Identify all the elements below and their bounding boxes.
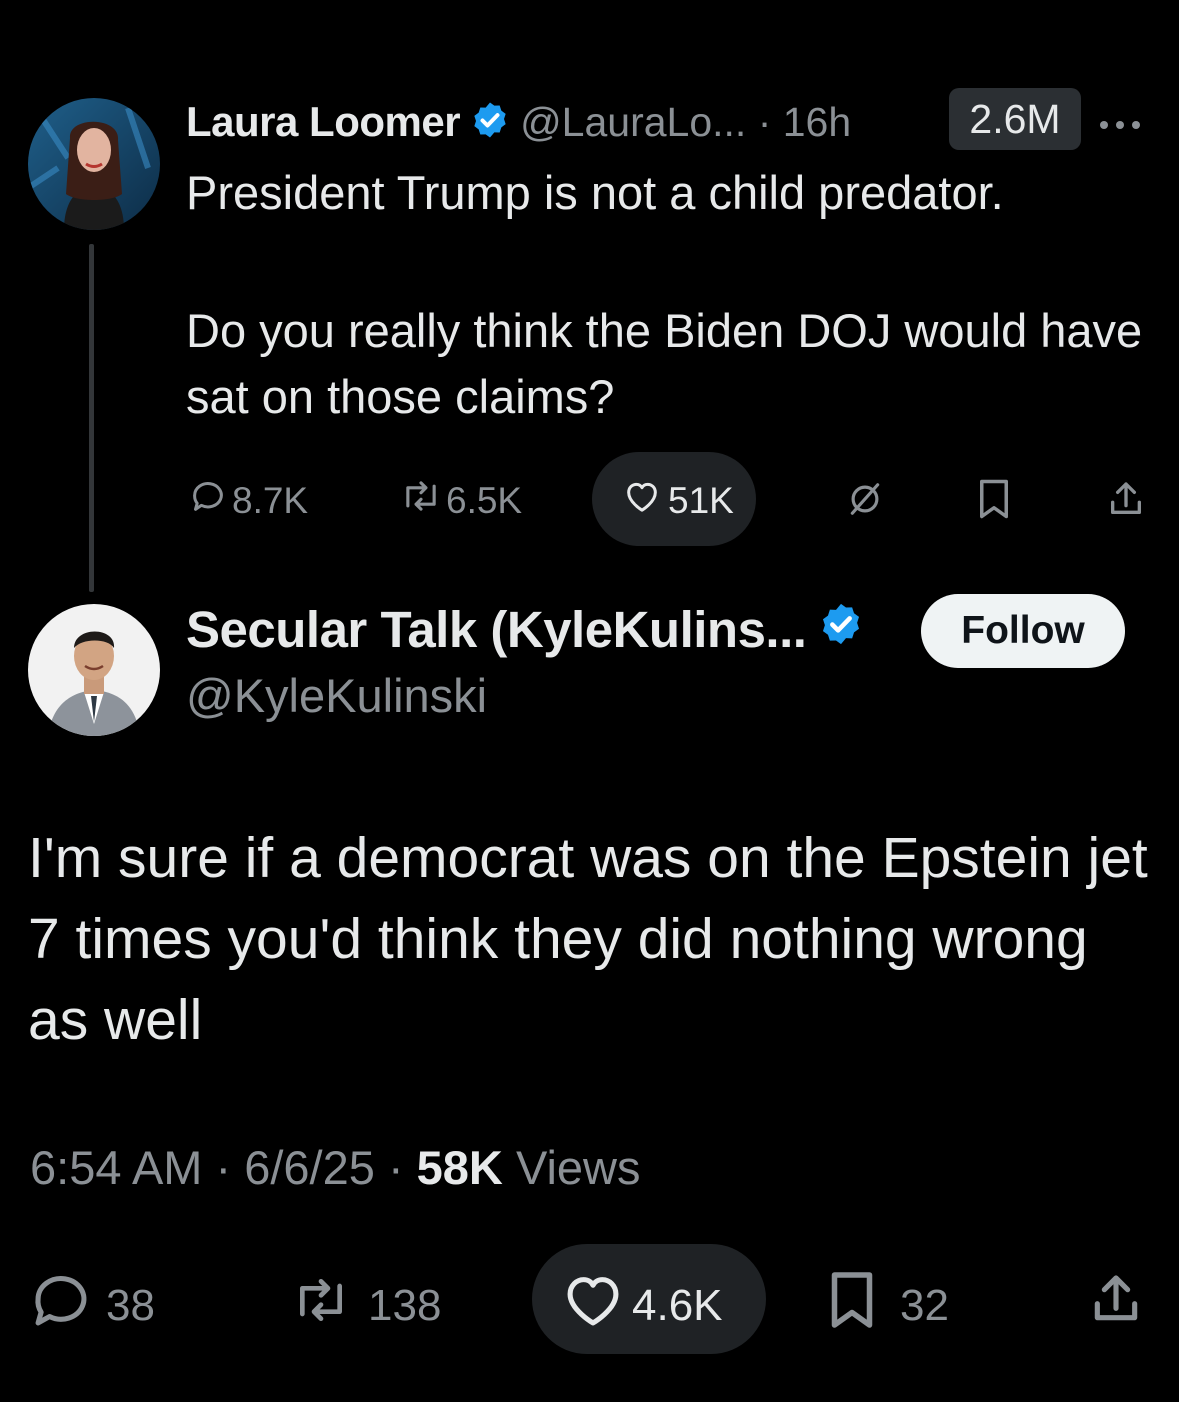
grok-icon	[846, 480, 884, 527]
avatar-laura-loomer[interactable]	[28, 98, 160, 230]
repost-icon	[398, 476, 444, 525]
views-badge: 2.6M	[949, 88, 1081, 150]
handle-and-time[interactable]: @LauraLo... · 16h	[520, 99, 851, 146]
parent-tweet-header: Laura Loomer @LauraLo... · 16h	[186, 96, 851, 148]
like-button[interactable]: 4.6K	[562, 1272, 723, 1339]
bookmark-count: 32	[900, 1280, 949, 1330]
reply-icon	[30, 1272, 92, 1339]
reply-icon	[188, 476, 228, 525]
repost-count: 138	[368, 1280, 442, 1330]
like-icon	[622, 476, 662, 525]
verified-badge-icon	[818, 600, 864, 659]
reply-count: 8.7K	[232, 479, 309, 521]
bookmark-icon	[826, 1270, 878, 1341]
views-count: 58K	[416, 1141, 503, 1194]
views-label: Views	[502, 1141, 641, 1194]
views-count: 2.6M	[969, 95, 1061, 142]
share-button[interactable]	[1088, 1270, 1144, 1339]
author-handle[interactable]: @KyleKulinski	[186, 668, 487, 723]
tweet-meta: 6:54 AM · 6/6/25 · 58K Views	[30, 1140, 640, 1195]
more-icon[interactable]	[1098, 118, 1142, 136]
reply-count: 38	[106, 1280, 155, 1330]
reply-author-row: Secular Talk (KyleKulins...	[186, 600, 874, 659]
timestamp[interactable]: 6:54 AM · 6/6/25 ·	[30, 1141, 417, 1194]
repost-button[interactable]: 6.5K	[398, 476, 522, 525]
follow-button[interactable]: Follow	[921, 594, 1125, 668]
share-icon	[1088, 1270, 1144, 1339]
reply-tweet-text: I'm sure if a democrat was on the Epstei…	[28, 826, 1148, 1052]
reply-button[interactable]: 8.7K	[188, 476, 308, 525]
tweet-paragraph: President Trump is not a child predator.	[186, 166, 1004, 219]
tweet-paragraph: Do you really think the Biden DOJ would …	[186, 304, 1143, 423]
parent-tweet-text: President Trump is not a child predator.…	[186, 160, 1166, 430]
grok-button[interactable]	[846, 480, 884, 527]
like-icon	[562, 1272, 624, 1339]
verified-badge-icon	[470, 100, 510, 145]
repost-button[interactable]: 138	[288, 1272, 441, 1339]
share-icon	[1106, 478, 1146, 529]
bookmark-icon	[976, 478, 1012, 529]
repost-count: 6.5K	[446, 479, 523, 521]
thread-line	[89, 244, 94, 592]
like-button[interactable]: 51K	[622, 476, 734, 525]
like-count: 4.6K	[632, 1280, 723, 1330]
author-name[interactable]: Secular Talk (KyleKulins...	[186, 600, 807, 659]
author-name[interactable]: Laura Loomer	[186, 98, 461, 146]
avatar-secular-talk[interactable]	[28, 604, 160, 736]
like-count: 51K	[668, 479, 734, 521]
repost-icon	[288, 1272, 354, 1339]
bookmark-button[interactable]	[976, 478, 1012, 529]
follow-label: Follow	[961, 609, 1085, 652]
bookmark-button[interactable]: 32	[826, 1270, 949, 1341]
reply-button[interactable]: 38	[30, 1272, 155, 1339]
share-button[interactable]	[1106, 478, 1146, 529]
